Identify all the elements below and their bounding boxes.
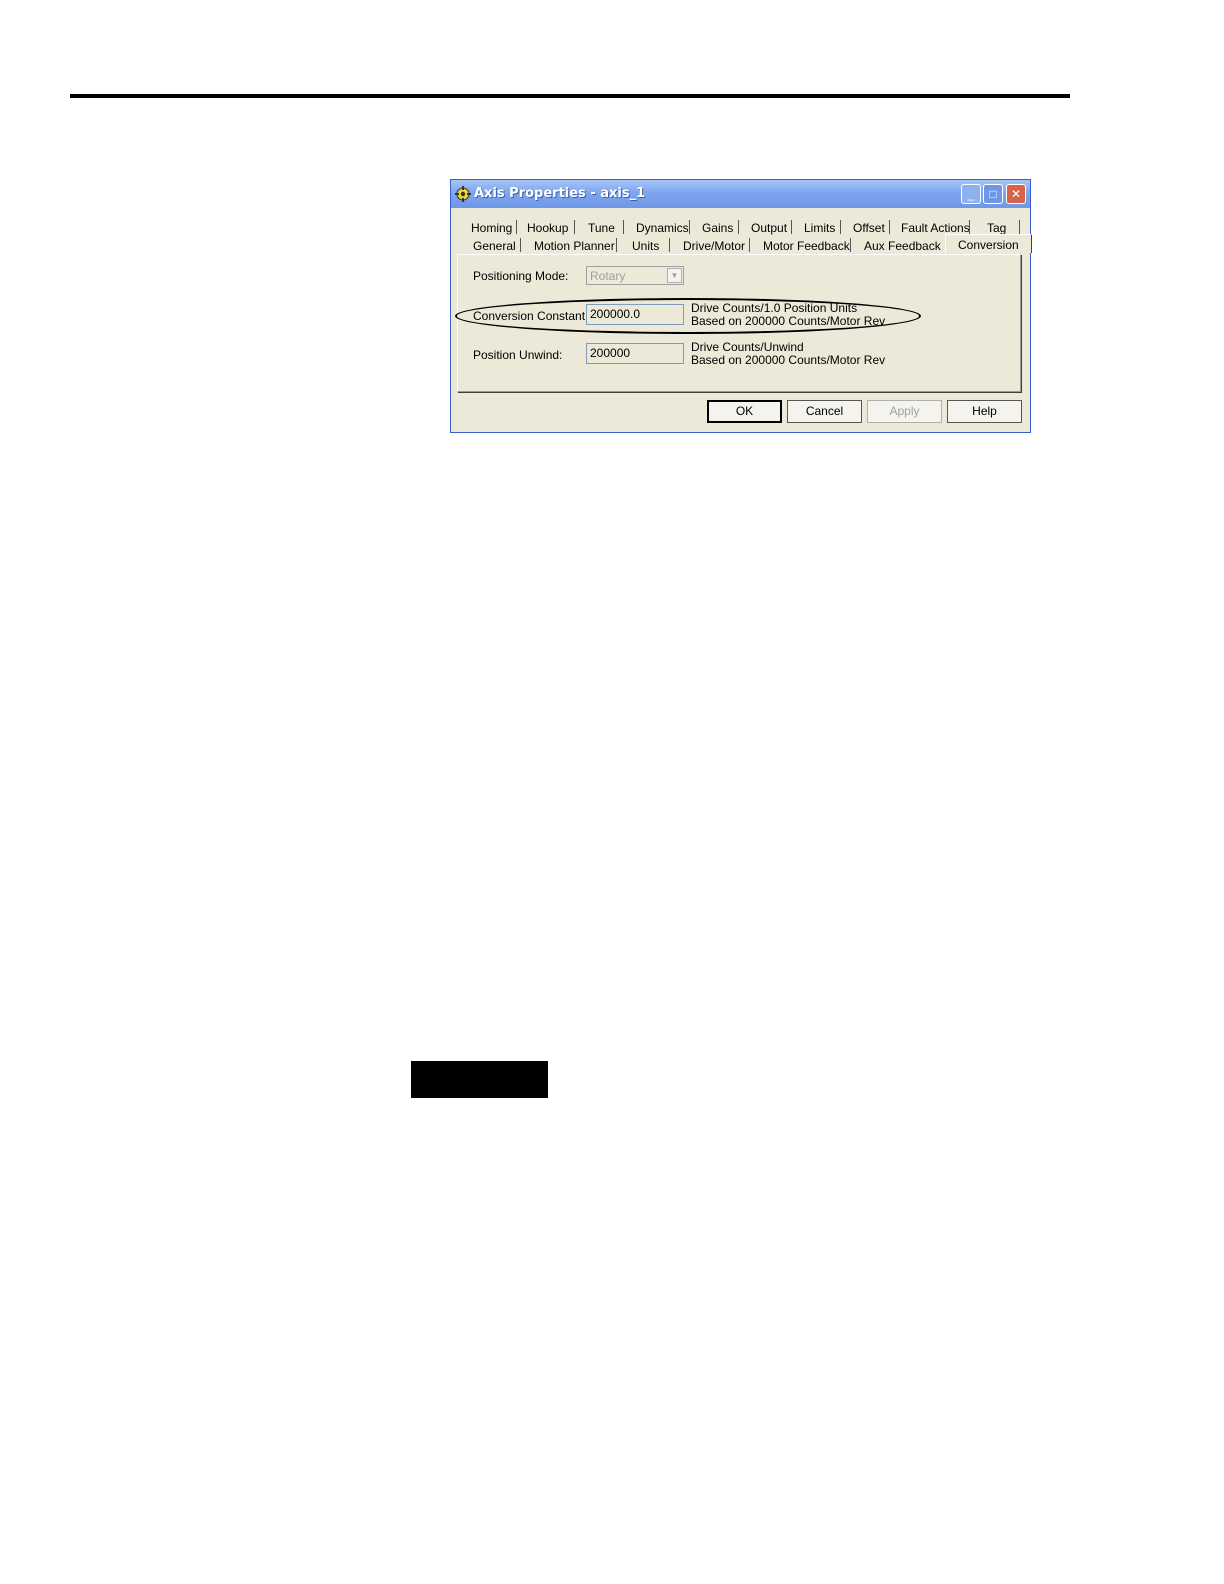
redaction-block	[411, 1061, 548, 1098]
close-icon: ✕	[1010, 187, 1022, 201]
tab-offset[interactable]: Offset	[853, 221, 885, 235]
tab-tag[interactable]: Tag	[987, 221, 1006, 235]
chevron-down-icon: ▼	[667, 268, 682, 283]
tab-separator	[969, 220, 970, 234]
conversion-constant-field[interactable]: 200000.0	[586, 304, 684, 325]
window-title: Axis Properties - axis_1	[474, 186, 646, 201]
position-unwind-field[interactable]: 200000	[586, 343, 684, 364]
position-unwind-value: 200000	[590, 346, 631, 360]
tab-drive-motor[interactable]: Drive/Motor	[683, 239, 745, 253]
tab-separator	[669, 238, 670, 252]
tab-separator	[791, 220, 792, 234]
help-button[interactable]: Help	[947, 400, 1022, 423]
conversion-constant-label: Conversion Constant:	[473, 309, 589, 323]
tab-gains[interactable]: Gains	[702, 221, 733, 235]
tab-separator	[738, 220, 739, 234]
conversion-constant-value: 200000.0	[590, 307, 641, 321]
cancel-button[interactable]: Cancel	[787, 400, 862, 423]
tab-aux-feedback[interactable]: Aux Feedback	[864, 239, 941, 253]
tab-separator	[574, 220, 575, 234]
tab-output[interactable]: Output	[751, 221, 787, 235]
tab-limits[interactable]: Limits	[804, 221, 835, 235]
tab-homing[interactable]: Homing	[471, 221, 512, 235]
tab-conversion[interactable]: Conversion	[945, 234, 1032, 253]
tab-separator	[850, 238, 851, 252]
tab-fault-actions[interactable]: Fault Actions	[901, 221, 970, 235]
positioning-mode-value: Rotary	[590, 269, 626, 283]
tab-separator	[689, 220, 690, 234]
tab-units[interactable]: Units	[632, 239, 659, 253]
maximize-icon: □	[989, 187, 997, 201]
position-unwind-description-2: Based on 200000 Counts/Motor Rev	[691, 353, 886, 367]
tab-separator	[749, 238, 750, 252]
positioning-mode-select[interactable]: Rotary ▼	[586, 266, 684, 285]
close-button[interactable]: ✕	[1006, 184, 1026, 204]
tab-separator	[516, 220, 517, 234]
tab-separator	[1019, 220, 1020, 234]
tab-motion-planner[interactable]: Motion Planner	[534, 239, 615, 253]
tab-general[interactable]: General	[473, 239, 516, 253]
axis-properties-icon	[455, 186, 471, 202]
conversion-constant-description-2: Based on 200000 Counts/Motor Rev	[691, 314, 886, 328]
tab-separator	[889, 220, 890, 234]
apply-button[interactable]: Apply	[867, 400, 942, 423]
maximize-button[interactable]: □	[983, 184, 1003, 204]
tab-hookup[interactable]: Hookup	[527, 221, 568, 235]
tab-motor-feedback[interactable]: Motor Feedback	[763, 239, 850, 253]
minimize-button[interactable]: _	[961, 184, 981, 204]
positioning-mode-label: Positioning Mode:	[473, 269, 569, 283]
tab-separator	[623, 220, 624, 234]
title-bar[interactable]: Axis Properties - axis_1 _ □ ✕	[451, 180, 1030, 208]
tab-separator	[520, 238, 521, 252]
position-unwind-label: Position Unwind:	[473, 348, 563, 362]
ok-button[interactable]: OK	[707, 400, 782, 423]
page-header-rule	[70, 94, 1070, 98]
tab-dynamics[interactable]: Dynamics	[636, 221, 689, 235]
minimize-icon: _	[967, 187, 975, 201]
tab-tune[interactable]: Tune	[588, 221, 615, 235]
tab-separator	[840, 220, 841, 234]
axis-properties-dialog: Axis Properties - axis_1 _ □ ✕ Homing Ho…	[450, 179, 1032, 433]
tab-separator	[616, 238, 617, 252]
